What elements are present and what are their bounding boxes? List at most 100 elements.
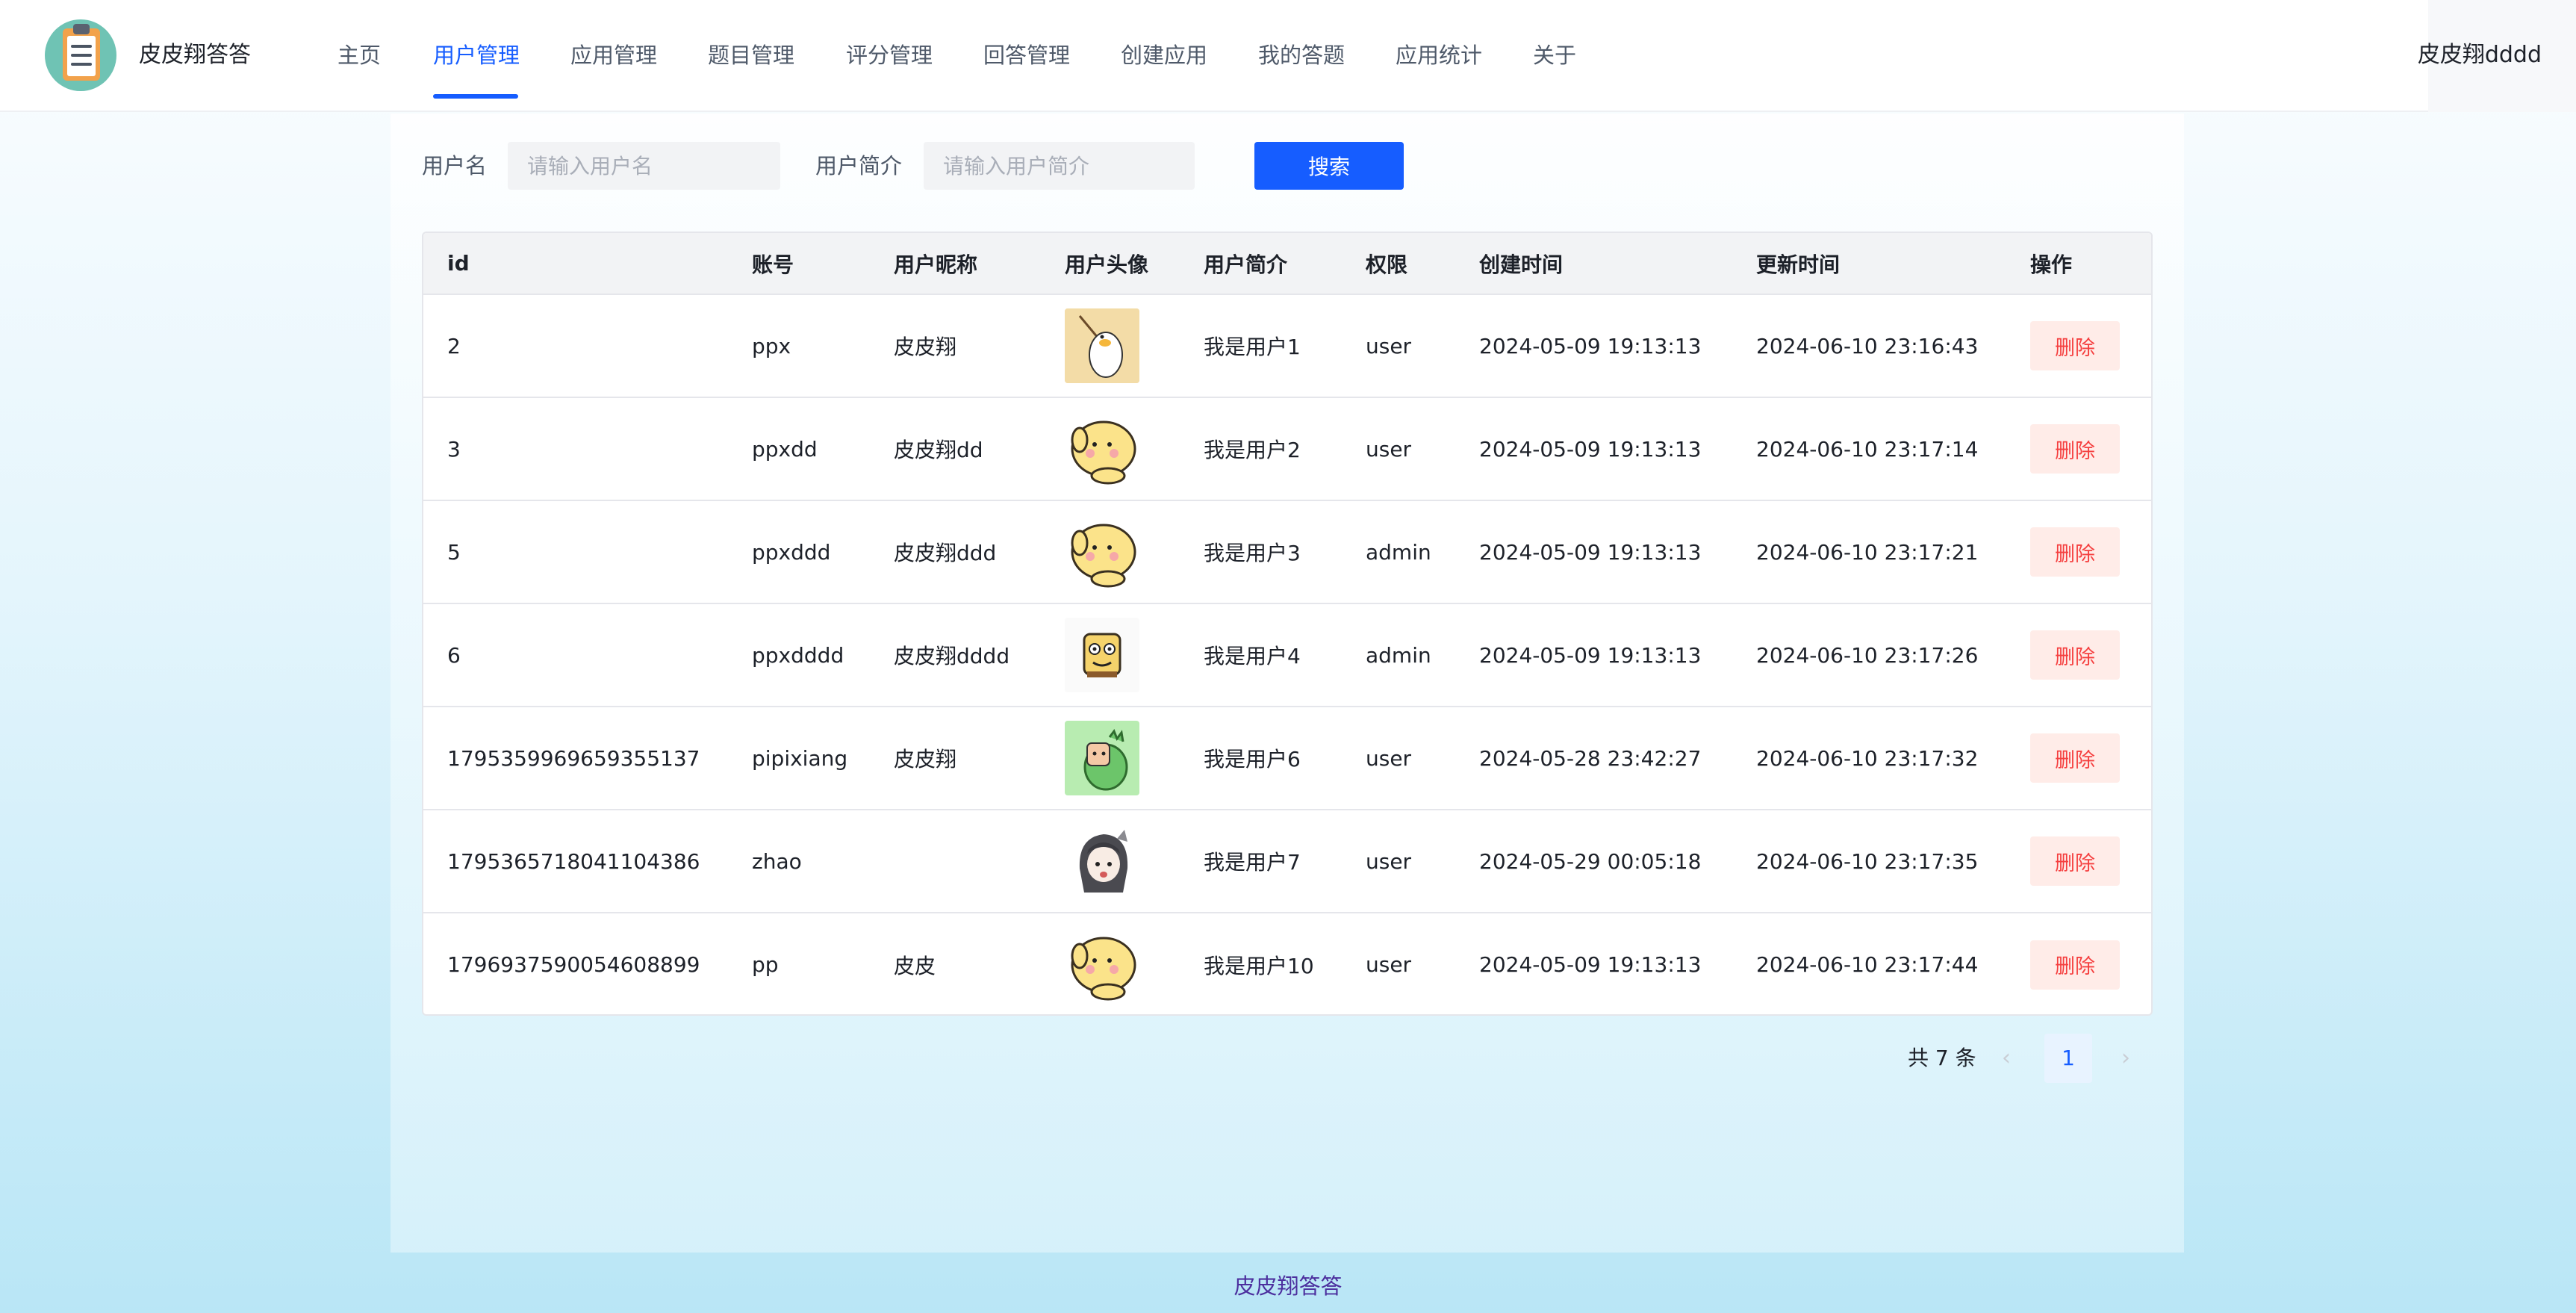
cell-nickname: 皮皮 [894, 953, 936, 978]
column-header-account[interactable]: 账号 [728, 233, 870, 295]
nav-item-app-statistics[interactable]: 应用统计 [1396, 39, 1482, 72]
cell-id: 1796937590054608899 [447, 952, 700, 977]
cell-created-time: 2024-05-29 00:05:18 [1455, 810, 1732, 913]
cell-updated-time: 2024-06-10 23:17:35 [1732, 810, 2006, 913]
current-user-name[interactable]: 皮皮翔dddd [2418, 39, 2542, 72]
nav-item-app-management[interactable]: 应用管理 [570, 39, 657, 72]
cell-nickname: 皮皮翔 [870, 294, 1041, 398]
cell-created-time: 2024-05-28 23:42:27 [1455, 707, 1732, 810]
cell-account: ppxdddd [728, 603, 870, 707]
table-row: 1795365718041104386 zhao 我是用户7 user 2024… [423, 810, 2151, 913]
cell-id: 2 [423, 294, 728, 398]
delete-button[interactable]: 删除 [2030, 733, 2120, 783]
cell-account: pipixiang [728, 707, 870, 810]
table-row: 6 ppxdddd 皮皮翔dddd 我是用户4 admin 2024-05-09… [423, 603, 2151, 707]
cell-id: 5 [423, 500, 728, 604]
nav-item-home[interactable]: 主页 [337, 39, 381, 72]
cell-created-time: 2024-05-09 19:13:13 [1455, 603, 1732, 707]
cell-profile: 我是用户2 [1180, 397, 1342, 501]
yellow-dog-avatar[interactable] [1065, 412, 1139, 486]
user-table: id 账号 用户昵称 用户头像 用户简介 权限 创建时间 更新时间 操作 2 p… [422, 232, 2153, 1016]
footer-text: 皮皮翔答答 [1233, 1273, 1343, 1299]
next-page-icon[interactable]: › [2121, 1044, 2130, 1073]
cell-account: ppxdd [728, 397, 870, 501]
nav-item-question-management[interactable]: 题目管理 [708, 39, 794, 72]
pagination: 共 7 条 ‹ 1 › [1908, 1034, 2147, 1083]
nav-item-scoring-management[interactable]: 评分管理 [846, 39, 933, 72]
nav-item-my-answers[interactable]: 我的答题 [1258, 39, 1345, 72]
cell-updated-time: 2024-06-10 23:17:32 [1732, 707, 2006, 810]
duck-avatar[interactable] [1065, 308, 1139, 383]
cell-updated-time: 2024-06-10 23:17:26 [1732, 603, 2006, 707]
nav-item-answer-management[interactable]: 回答管理 [983, 39, 1070, 72]
cell-nickname: 皮皮翔dd [870, 397, 1041, 501]
cell-role: user [1342, 397, 1455, 501]
table-row: 1795359969659355137 pipixiang 皮皮翔 我是用户6 … [423, 707, 2151, 810]
cell-role: admin [1342, 500, 1455, 604]
cell-nickname: 皮皮翔 [870, 707, 1041, 810]
delete-button[interactable]: 删除 [2030, 836, 2120, 886]
column-header-avatar[interactable]: 用户头像 [1041, 233, 1180, 295]
column-header-role[interactable]: 权限 [1342, 233, 1455, 295]
cell-updated-time: 2024-06-10 23:17:21 [1732, 500, 2006, 604]
cell-profile: 我是用户3 [1180, 500, 1342, 604]
cell-id: 1795359969659355137 [423, 707, 728, 810]
delete-button[interactable]: 删除 [2030, 940, 2120, 990]
top-nav-bar: 皮皮翔答答 主页 用户管理 应用管理 题目管理 评分管理 回答管理 创建应用 我… [0, 0, 2576, 112]
delete-button[interactable]: 删除 [2030, 321, 2120, 370]
username-label: 用户名 [422, 153, 488, 179]
cell-profile: 我是用户1 [1180, 294, 1342, 398]
yellow-dog-avatar[interactable] [1065, 927, 1139, 1002]
cell-role: user [1342, 810, 1455, 913]
nav-active-indicator [433, 94, 518, 99]
nav-item-about[interactable]: 关于 [1533, 39, 1576, 72]
prev-page-icon[interactable]: ‹ [2002, 1044, 2011, 1073]
search-button[interactable]: 搜索 [1254, 142, 1404, 190]
page-number-button[interactable]: 1 [2044, 1034, 2092, 1083]
cell-profile: 我是用户4 [1180, 603, 1342, 707]
cell-created-time: 2024-05-09 19:13:13 [1455, 294, 1732, 398]
column-header-actions: 操作 [2006, 233, 2151, 295]
cell-account: ppxddd [728, 500, 870, 604]
cell-updated-time: 2024-06-10 23:16:43 [1732, 294, 2006, 398]
table-row: 1796937590054608899 pp 皮皮 我是用户10 user 20… [423, 913, 2151, 1014]
table-header-row: id 账号 用户昵称 用户头像 用户简介 权限 创建时间 更新时间 操作 [423, 233, 2151, 295]
pagination-total: 共 7 条 [1908, 1046, 1976, 1070]
nav-item-user-management[interactable]: 用户管理 [433, 39, 520, 72]
app-logo-icon[interactable] [45, 19, 116, 91]
profile-search-input[interactable] [924, 142, 1195, 190]
cell-role: admin [1342, 603, 1455, 707]
column-header-created-time[interactable]: 创建时间 [1455, 233, 1732, 295]
app-brand-name[interactable]: 皮皮翔答答 [139, 39, 251, 72]
cell-nickname: 皮皮翔ddd [870, 500, 1041, 604]
cell-account: zhao [728, 810, 870, 913]
anime-girl-avatar[interactable] [1065, 824, 1139, 898]
cell-profile: 我是用户7 [1180, 810, 1342, 913]
cell-nickname [870, 810, 1041, 913]
cell-account: ppx [728, 294, 870, 398]
sponge-avatar[interactable] [1065, 618, 1139, 692]
yellow-dog-avatar[interactable] [1065, 515, 1139, 589]
cell-id: 1795365718041104386 [423, 810, 728, 913]
column-header-nickname[interactable]: 用户昵称 [870, 233, 1041, 295]
column-header-updated-time[interactable]: 更新时间 [1732, 233, 2006, 295]
column-header-profile[interactable]: 用户简介 [1180, 233, 1342, 295]
delete-button[interactable]: 删除 [2030, 630, 2120, 680]
cell-nickname: 皮皮翔dddd [870, 603, 1041, 707]
table-row: 2 ppx 皮皮翔 我是用户1 user 2024-05-09 19:13:13… [423, 294, 2151, 398]
cell-created-time: 2024-05-09 19:13:13 [1455, 500, 1732, 604]
username-search-input[interactable] [508, 142, 780, 190]
delete-button[interactable]: 删除 [2030, 527, 2120, 577]
cell-account: pp [752, 952, 779, 977]
delete-button[interactable]: 删除 [2030, 424, 2120, 474]
cell-id: 3 [423, 397, 728, 501]
cell-updated-time: 2024-06-10 23:17:44 [1756, 952, 1979, 977]
cell-updated-time: 2024-06-10 23:17:14 [1732, 397, 2006, 501]
column-header-id[interactable]: id [423, 233, 728, 295]
green-dino-avatar[interactable] [1065, 721, 1139, 795]
cell-profile: 我是用户6 [1180, 707, 1342, 810]
profile-label: 用户简介 [815, 153, 903, 179]
table-row: 3 ppxdd 皮皮翔dd 我是用户2 user 2024-05-09 19:1… [423, 397, 2151, 501]
cell-created-time: 2024-05-09 19:13:13 [1479, 952, 1702, 977]
nav-item-create-app[interactable]: 创建应用 [1121, 39, 1207, 72]
